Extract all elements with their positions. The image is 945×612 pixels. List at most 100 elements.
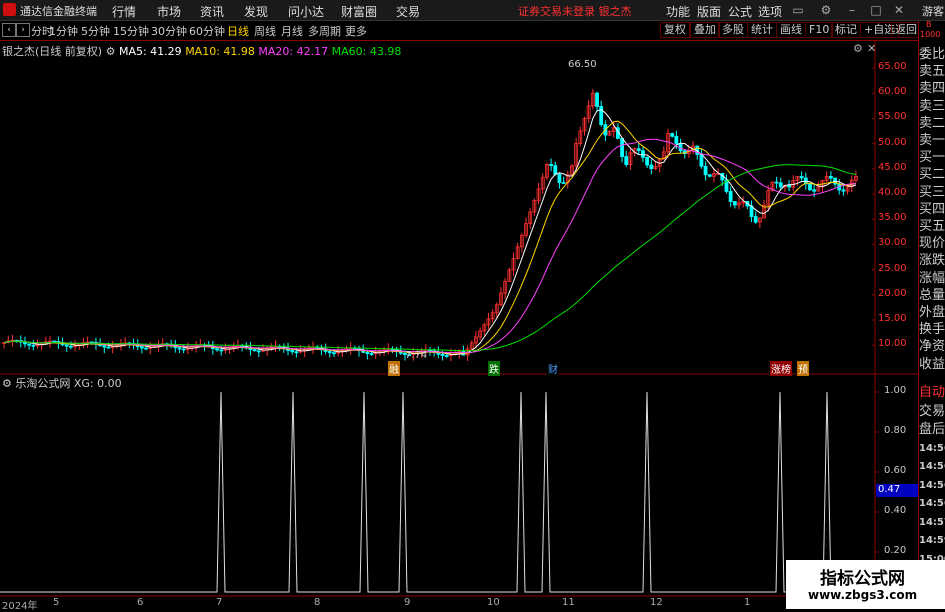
tick-time-label: 14:59 — [919, 535, 945, 546]
menu-shichang[interactable]: 市场 — [157, 3, 181, 20]
marker-rong[interactable]: 融 — [388, 361, 400, 376]
menu-gongshi[interactable]: 公式 — [728, 3, 752, 20]
tick-time-label: 14:56 — [919, 498, 945, 509]
price-axis-label: 45.00 — [878, 161, 907, 173]
period-60min[interactable]: 60分钟 — [189, 23, 225, 39]
date-axis-label: 1 — [744, 597, 751, 608]
candle-body — [219, 349, 224, 352]
guest-label[interactable]: 游客 — [922, 3, 944, 19]
btn-duogu[interactable]: 多股 — [718, 22, 748, 38]
maximize-icon[interactable]: □ — [868, 2, 884, 18]
candle-body — [369, 353, 374, 356]
candle-body — [106, 346, 111, 349]
tick-time-label: 盘后 — [919, 422, 945, 437]
indicator-settings-icon[interactable]: ⚙ — [2, 377, 12, 390]
low-price-label: 7.74 — [405, 350, 428, 361]
btn-fanhui[interactable]: 返回 — [891, 22, 921, 38]
date-axis-label: 2024年 — [2, 601, 38, 612]
chart-close-icon[interactable]: ✕ — [867, 42, 876, 55]
candle-body — [327, 351, 332, 354]
period-daily[interactable]: 日线 — [227, 23, 249, 39]
menu-banmian[interactable]: 版面 — [697, 3, 721, 20]
period-more[interactable]: 更多 — [345, 23, 367, 39]
period-weekly[interactable]: 周线 — [254, 23, 276, 39]
period-5min[interactable]: 5分钟 — [81, 23, 110, 39]
btn-biaoji[interactable]: 标记 — [831, 22, 861, 38]
quote-field-label: 卖四 — [919, 81, 945, 97]
menu-wenxiaoda[interactable]: 问小达 — [288, 3, 324, 20]
menu-hangqing[interactable]: 行情 — [112, 3, 136, 20]
quote-field-label: 买三 — [919, 184, 945, 200]
menu-gongneng[interactable]: 功能 — [666, 3, 690, 20]
candle-body — [553, 165, 558, 175]
login-status[interactable]: 证券交易未登录 银之杰 — [518, 3, 632, 19]
marker-cai[interactable]: 财 — [547, 361, 559, 376]
candle-body — [641, 150, 645, 158]
marker-die[interactable]: 跌 — [488, 361, 500, 376]
app-logo-icon — [3, 3, 16, 16]
date-axis-label: 5 — [53, 597, 60, 608]
price-axis-label: 30.00 — [878, 237, 907, 249]
price-axis-label: 35.00 — [878, 212, 907, 224]
btn-huaxian[interactable]: 画线 — [776, 22, 806, 38]
gear-icon[interactable]: ⚙ — [818, 2, 834, 18]
quote-field-label: 现价 — [919, 236, 945, 252]
candle-body — [290, 350, 295, 353]
next-icon[interactable]: › — [16, 23, 30, 37]
btn-diejia[interactable]: 叠加 — [690, 22, 720, 38]
btn-fuquan[interactable]: 复权 — [660, 22, 690, 38]
settings-icon[interactable]: ⚙ — [106, 45, 116, 58]
candle-body — [144, 347, 148, 350]
quote-panel-header: B — [926, 20, 932, 29]
candle-body — [181, 348, 186, 351]
chart-canvas[interactable] — [0, 40, 918, 609]
quote-field-label: 买二 — [919, 167, 945, 183]
period-15min[interactable]: 15分钟 — [113, 23, 149, 39]
date-axis-label: 12 — [650, 597, 663, 608]
restore-icon[interactable]: ▭ — [790, 2, 806, 18]
menu-xuanxiang[interactable]: 选项 — [758, 3, 782, 20]
indicator-axis-label: 0.80 — [884, 425, 907, 436]
price-axis-label: 50.00 — [878, 136, 907, 148]
login-status-text: 证券交易未登录 — [518, 5, 595, 18]
tick-time-label: 自动 — [919, 385, 945, 400]
candle-body — [732, 201, 737, 206]
ma60-line — [4, 164, 856, 352]
candle-body — [624, 156, 629, 165]
price-axis-label: 65.00 — [878, 61, 907, 72]
period-monthly[interactable]: 月线 — [281, 23, 303, 39]
tick-time-label: 交易 — [919, 403, 945, 419]
menu-zixun[interactable]: 资讯 — [200, 3, 224, 20]
minimize-icon[interactable]: – — [844, 2, 860, 18]
tick-time-label: 14:57 — [919, 516, 945, 528]
price-axis-label: 20.00 — [878, 287, 907, 299]
menu-caifuquan[interactable]: 财富圈 — [341, 3, 377, 20]
quote-field-label: 委比 — [919, 47, 945, 62]
btn-f10[interactable]: F10 — [805, 22, 834, 38]
ma10-line — [4, 120, 857, 354]
stock-title: 银之杰 — [598, 5, 632, 18]
marker-zhangbang[interactable]: 涨榜 — [770, 361, 792, 376]
candle-body — [674, 135, 679, 144]
period-1min[interactable]: 1分钟 — [49, 23, 78, 39]
ma20-value: MA20: 42.17 — [258, 45, 329, 58]
candle-body — [699, 154, 704, 167]
chart-settings-icon[interactable]: ⚙ — [853, 42, 863, 55]
quote-field-label: 卖三 — [919, 98, 945, 114]
period-multi[interactable]: 多周期 — [308, 23, 341, 39]
quote-field-label: 卖一 — [919, 133, 945, 148]
xg-signal-line — [0, 391, 875, 593]
app-name: 通达信金融终端 — [20, 5, 97, 18]
close-icon[interactable]: ✕ — [891, 2, 907, 18]
btn-tongji[interactable]: 统计 — [747, 22, 777, 38]
price-axis-label: 55.00 — [878, 111, 907, 123]
candle-body — [440, 353, 445, 356]
indicator-name[interactable]: 乐淘公式网 — [15, 377, 70, 390]
prev-icon[interactable]: ‹ — [2, 23, 16, 37]
menu-jiaoyi[interactable]: 交易 — [396, 3, 420, 20]
menu-faxian[interactable]: 发现 — [244, 3, 268, 20]
candle-body — [177, 347, 182, 350]
period-30min[interactable]: 30分钟 — [151, 23, 187, 39]
marker-yu[interactable]: 预 — [797, 361, 809, 376]
price-axis-label: 25.00 — [878, 262, 907, 274]
